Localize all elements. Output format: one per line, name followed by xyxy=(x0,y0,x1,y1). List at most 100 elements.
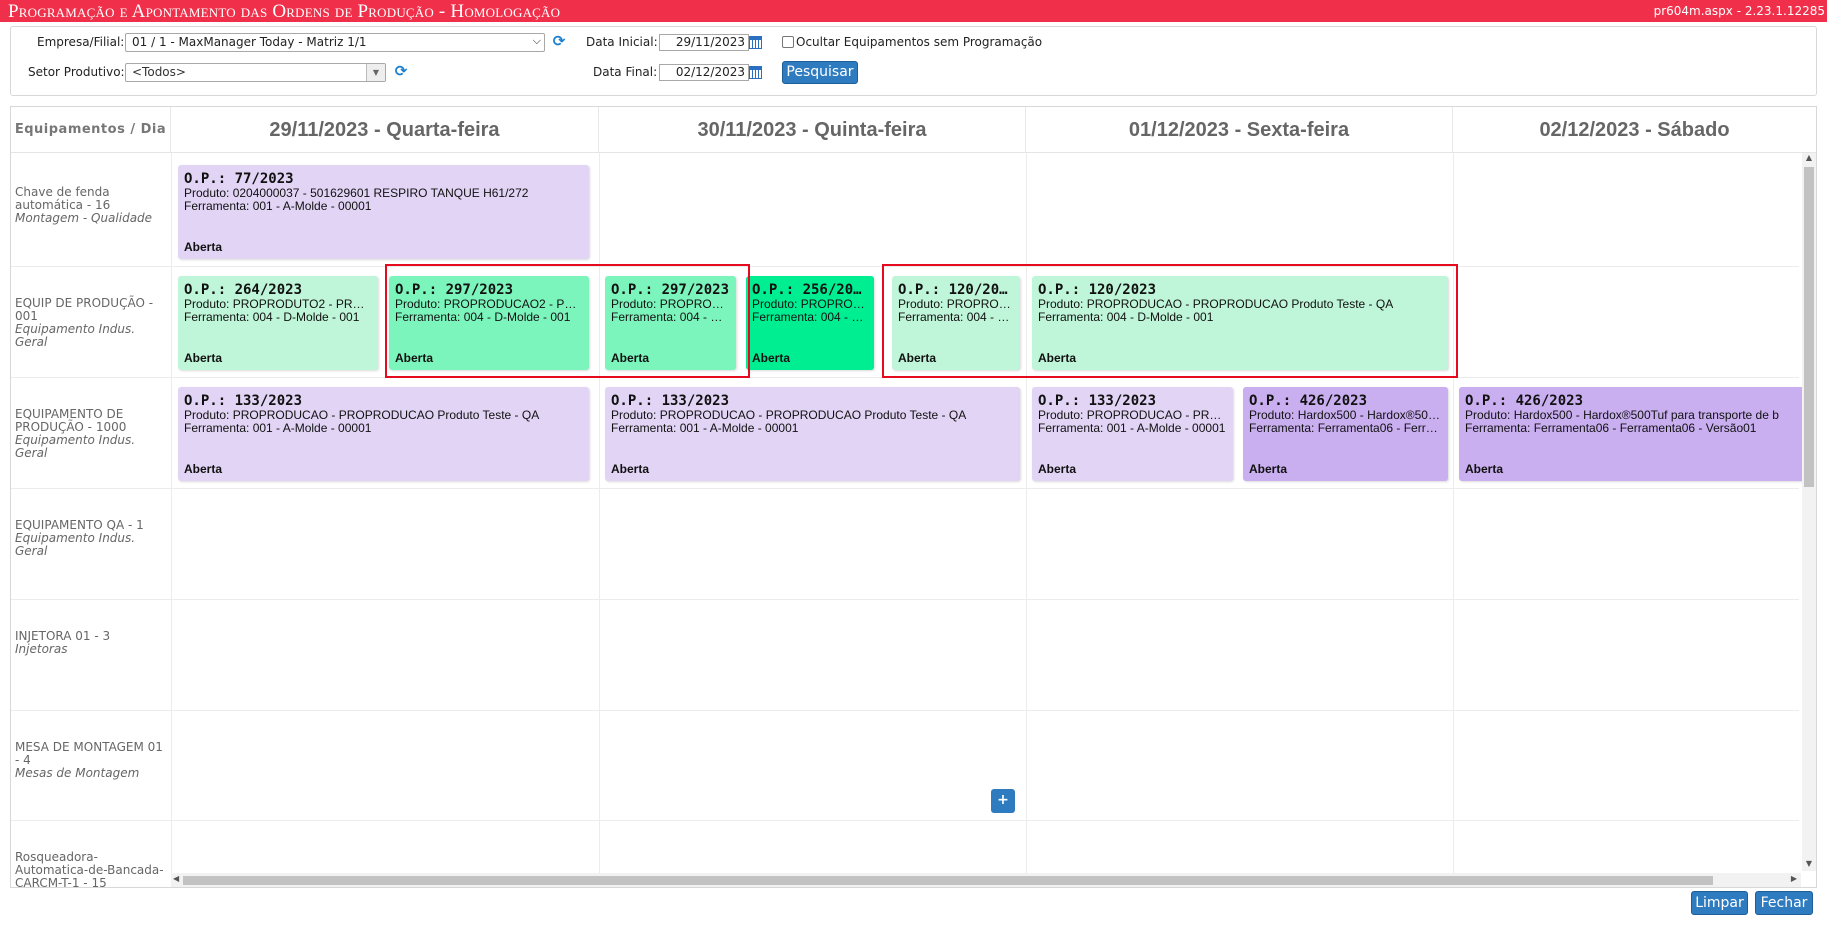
order-status: Aberta xyxy=(752,351,791,365)
order-number: O.P.: 133/2023 xyxy=(1038,393,1157,409)
data-inicial-input[interactable]: 29/11/2023 xyxy=(659,34,749,51)
order-number: O.P.: 133/2023 xyxy=(611,393,730,409)
production-order-card[interactable]: O.P.: 426/2023 Produto: Hardox500 - Hard… xyxy=(1459,387,1803,481)
setor-select-value: <Todos> xyxy=(132,65,186,79)
horizontal-scrollbar[interactable]: ◀ ▶ xyxy=(171,873,1801,887)
day-header: 29/11/2023 - Quarta-feira xyxy=(171,107,599,153)
equipment-row-label: EQUIPAMENTO QA - 1 Equipamento Indus. Ge… xyxy=(15,519,165,558)
equipment-name: MESA DE MONTAGEM 01 - 4 xyxy=(15,740,163,767)
order-status: Aberta xyxy=(1465,462,1504,476)
chevron-down-icon: ⌵ xyxy=(532,34,541,47)
order-number: O.P.: 426/2023 xyxy=(1465,393,1584,409)
divider xyxy=(11,820,1799,821)
ocultar-label: Ocultar Equipamentos sem Programação xyxy=(796,35,1043,49)
order-tool: Ferramenta: 001 - A-Molde - 00001 xyxy=(184,200,372,213)
highlight-box xyxy=(882,264,1458,378)
day-header: 30/11/2023 - Quinta-feira xyxy=(599,107,1026,153)
order-tool: Ferramenta: 001 - A-Molde - 00001 xyxy=(611,422,799,435)
order-tool: Ferramenta: 004 - D-Molde - 001 xyxy=(752,311,868,324)
data-inicial-label: Data Inicial: xyxy=(586,35,658,49)
order-product: Produto: Hardox500 - Hardox®500Tuf para … xyxy=(1249,409,1442,422)
equipment-row-label: INJETORA 01 - 3 Injetoras xyxy=(15,630,165,656)
production-order-card[interactable]: O.P.: 133/2023 Produto: PROPRODUCAO - PR… xyxy=(178,387,589,481)
scroll-down-icon[interactable]: ▼ xyxy=(1802,859,1816,871)
order-product: Produto: PROPRODUTO2 - PROPRODUTO2 xyxy=(184,298,372,311)
day-header: 02/12/2023 - Sábado xyxy=(1453,107,1816,153)
equipment-name: Chave de fenda automática - 16 xyxy=(15,185,111,212)
refresh-empresa-icon[interactable]: ⟳ xyxy=(551,33,567,49)
setor-label: Setor Produtivo: xyxy=(28,65,125,79)
equipamentos-header: Equipamentos / Dia xyxy=(11,107,171,153)
equipment-row-label: EQUIPAMENTO DE PRODUÇÃO - 1000 Equipamen… xyxy=(15,408,165,460)
calendar-icon[interactable] xyxy=(749,66,762,79)
equipment-sector: Equipamento Indus. Geral xyxy=(15,531,136,558)
order-product: Produto: PROPRODUCAO - PROPRODUCAO Produ… xyxy=(1038,409,1227,422)
equipment-sector: Equipamento Indus. Geral xyxy=(15,322,136,349)
production-order-card[interactable]: O.P.: 77/2023 Produto: 0204000037 - 5016… xyxy=(178,165,589,259)
production-order-card[interactable]: O.P.: 133/2023 Produto: PROPRODUCAO - PR… xyxy=(605,387,1020,481)
order-tool: Ferramenta: Ferramenta06 - Ferramenta06 … xyxy=(1249,422,1442,435)
limpar-button[interactable]: Limpar xyxy=(1691,891,1748,915)
divider xyxy=(11,599,1799,600)
data-final-input[interactable]: 02/12/2023 xyxy=(659,64,749,81)
chevron-down-icon[interactable]: ▼ xyxy=(366,64,385,81)
equipment-sector: Montagem - Qualidade xyxy=(15,211,153,225)
divider xyxy=(11,710,1799,711)
order-number: O.P.: 264/2023 xyxy=(184,282,303,298)
equipment-sector: Equipamento Indus. Geral xyxy=(15,433,136,460)
order-status: Aberta xyxy=(1038,462,1077,476)
scroll-right-icon[interactable]: ▶ xyxy=(1791,874,1797,883)
calendar-icon[interactable] xyxy=(749,36,762,49)
refresh-setor-icon[interactable]: ⟳ xyxy=(393,63,409,79)
equipment-name: EQUIPAMENTO QA - 1 xyxy=(15,518,144,532)
day-header: 01/12/2023 - Sexta-feira xyxy=(1026,107,1453,153)
order-number: O.P.: 256/2023 xyxy=(752,282,868,298)
order-tool: Ferramenta: Ferramenta06 - Ferramenta06 … xyxy=(1465,422,1757,435)
equipment-sector: Injetoras xyxy=(15,642,68,656)
equipment-name: INJETORA 01 - 3 xyxy=(15,629,111,643)
equipment-name: Rosqueadora-Automatica-de-Bancada-CARCM-… xyxy=(15,850,164,888)
vertical-scrollbar[interactable]: ▲ ▼ xyxy=(1802,153,1816,871)
equipment-row-label: EQUIP DE PRODUÇÃO - 001 Equipamento Indu… xyxy=(15,297,165,349)
equipment-name: EQUIPAMENTO DE PRODUÇÃO - 1000 xyxy=(15,407,127,434)
order-status: Aberta xyxy=(611,462,650,476)
scroll-up-icon[interactable]: ▲ xyxy=(1802,153,1816,165)
divider xyxy=(599,153,600,873)
equipment-row-label: Rosqueadora-Automatica-de-Bancada-CARCM-… xyxy=(15,851,165,888)
order-product: Produto: 0204000037 - 501629601 RESPIRO … xyxy=(184,187,529,200)
scroll-left-icon[interactable]: ◀ xyxy=(173,874,179,883)
divider xyxy=(1453,153,1454,873)
order-status: Aberta xyxy=(184,240,223,254)
schedule-grid: Equipamentos / Dia 29/11/2023 - Quarta-f… xyxy=(10,106,1817,888)
production-order-card[interactable]: O.P.: 426/2023 Produto: Hardox500 - Hard… xyxy=(1243,387,1448,481)
order-number: O.P.: 77/2023 xyxy=(184,171,294,187)
empresa-label: Empresa/Filial: xyxy=(37,35,125,49)
highlight-box xyxy=(385,264,750,378)
divider xyxy=(171,153,172,873)
ocultar-checkbox[interactable] xyxy=(782,36,794,48)
equipment-sector: Mesas de Montagem xyxy=(15,766,140,780)
equipment-row-label: Chave de fenda automática - 16 Montagem … xyxy=(15,186,165,225)
add-button[interactable]: + xyxy=(991,789,1015,813)
title-bar: Programação e Apontamento das Ordens de … xyxy=(0,0,1827,22)
empresa-select[interactable]: 01 / 1 - MaxManager Today - Matriz 1/1 ⌵ xyxy=(125,33,545,52)
production-order-card[interactable]: O.P.: 133/2023 Produto: PROPRODUCAO - PR… xyxy=(1032,387,1233,481)
fechar-button[interactable]: Fechar xyxy=(1755,891,1813,915)
scrollbar-thumb[interactable] xyxy=(183,876,1713,885)
equipment-row-label: MESA DE MONTAGEM 01 - 4 Mesas de Montage… xyxy=(15,741,165,780)
order-product: Produto: PROPRODUCAO - PROPRODUCAO Produ… xyxy=(611,409,967,422)
order-status: Aberta xyxy=(184,462,223,476)
production-order-card[interactable]: O.P.: 264/2023 Produto: PROPRODUTO2 - PR… xyxy=(178,276,378,370)
order-product: Produto: PROPRODUCAO - PROPRODUCAO Produ… xyxy=(184,409,540,422)
empresa-select-value: 01 / 1 - MaxManager Today - Matriz 1/1 xyxy=(132,35,367,49)
setor-select[interactable]: <Todos> ▼ xyxy=(125,63,386,82)
data-final-label: Data Final: xyxy=(593,65,658,79)
filter-panel: Empresa/Filial: 01 / 1 - MaxManager Toda… xyxy=(10,26,1817,96)
order-tool: Ferramenta: 001 - A-Molde - 00001 xyxy=(184,422,372,435)
pesquisar-button[interactable]: Pesquisar xyxy=(782,61,858,84)
order-status: Aberta xyxy=(184,351,223,365)
divider xyxy=(1026,153,1027,873)
order-status: Aberta xyxy=(1249,462,1288,476)
production-order-card[interactable]: O.P.: 256/2023 Produto: PROPRODUCAO2 - P… xyxy=(746,276,874,370)
scrollbar-thumb[interactable] xyxy=(1804,167,1814,487)
